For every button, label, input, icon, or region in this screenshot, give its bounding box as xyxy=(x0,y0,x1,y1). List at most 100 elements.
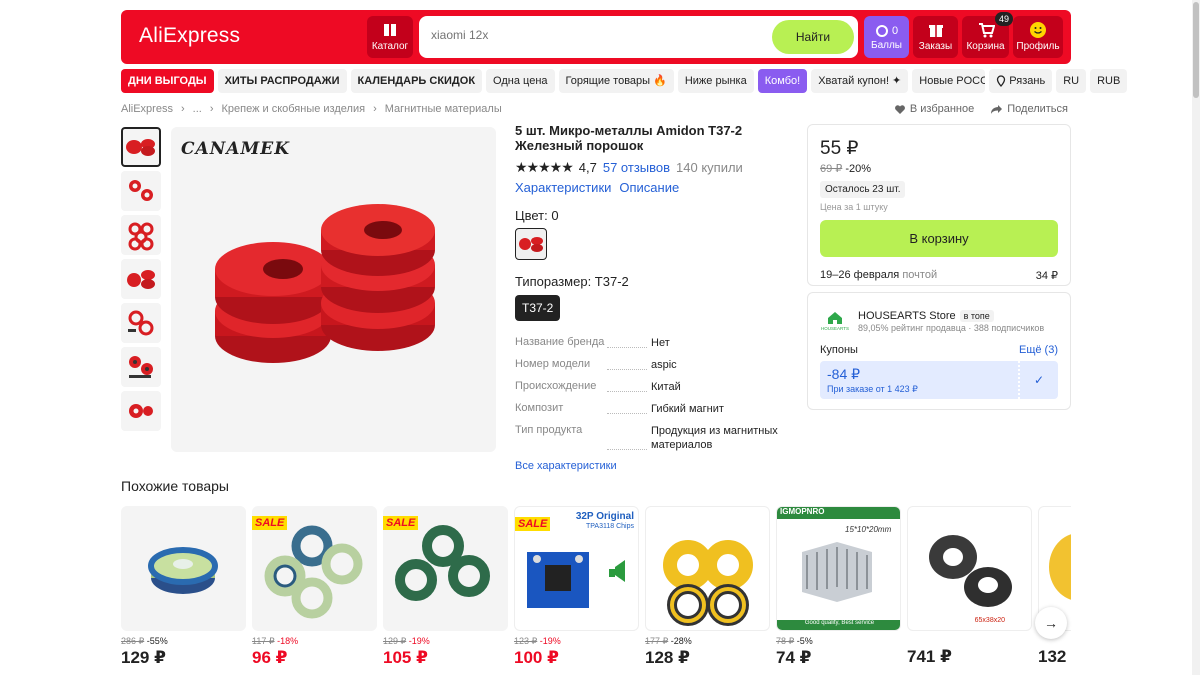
dotted-leader xyxy=(607,369,647,370)
price-row: 123 ₽ -19% xyxy=(514,636,639,647)
color-option[interactable] xyxy=(515,228,547,260)
spec-key-text: Композит xyxy=(515,402,564,414)
product-price: 132 xyxy=(1038,647,1067,666)
spec-value: Продукция из магнитных материалов xyxy=(651,425,778,451)
favorite-button[interactable]: В избранное xyxy=(894,103,974,115)
store-logo-icon[interactable]: HOUSEARTS xyxy=(820,307,850,331)
promo-benefit-days[interactable]: ДНИ ВЫГОДЫ xyxy=(121,69,214,93)
page-scrollbar[interactable] xyxy=(1192,0,1200,675)
add-to-cart-button[interactable]: В корзину xyxy=(820,220,1058,257)
size-note: 65x38x20 xyxy=(974,617,1005,624)
similar-product-card[interactable]: IGMOPNRO 15*10*20mm Good quality, Best s… xyxy=(776,506,901,668)
catalog-button[interactable]: Каталог xyxy=(367,16,413,58)
tab-characteristics[interactable]: Характеристики xyxy=(515,180,611,195)
crumb-ellipsis[interactable]: ... xyxy=(193,103,202,115)
carousel-next-arrow-icon[interactable]: → xyxy=(1035,607,1067,639)
similar-products-carousel: 286 ₽ -55% 129 ₽ SALE 117 ₽ -18% 96 ₽ SA… xyxy=(121,506,1071,675)
currency-selector[interactable]: RUB xyxy=(1090,69,1128,93)
similar-product-card[interactable]: 132 xyxy=(1038,506,1071,667)
old-price: 129 ₽ xyxy=(383,636,407,646)
thumbnail[interactable] xyxy=(121,303,161,343)
per-unit-note: Цена за 1 штуку xyxy=(820,202,888,212)
profile-button[interactable]: Профиль xyxy=(1013,16,1063,58)
similar-product-card[interactable]: SALE 117 ₽ -18% 96 ₽ xyxy=(252,506,377,668)
red-cores-image xyxy=(129,180,153,201)
all-specs-link[interactable]: Все характеристики xyxy=(515,460,795,472)
crumb-fasteners[interactable]: Крепеж и скобяные изделия xyxy=(221,103,365,115)
product-thumbnail: 65x38x20 xyxy=(907,506,1032,631)
spec-key-text: Номер модели xyxy=(515,358,591,370)
thumbnail[interactable] xyxy=(121,347,161,387)
coupons-label: Купоны xyxy=(820,344,858,356)
main-product-image[interactable]: CANAMEK xyxy=(171,127,496,452)
similar-product-card[interactable]: SALE 129 ₽ -19% 105 ₽ xyxy=(383,506,508,668)
rating-row: ★★★★★ 4,7 57 отзывов 140 купили xyxy=(515,159,795,176)
product-thumbnail: SALE xyxy=(383,506,508,631)
thumbnail[interactable] xyxy=(121,215,161,255)
thumbnail[interactable] xyxy=(121,391,161,431)
price-row: 286 ₽ -55% xyxy=(121,636,246,647)
crumb-home[interactable]: AliExpress xyxy=(121,103,173,115)
promo-discount-calendar[interactable]: КАЛЕНДАРЬ СКИДОК xyxy=(350,69,483,93)
similar-product-card[interactable]: 286 ₽ -55% 129 ₽ xyxy=(121,506,246,668)
crumb-separator: › xyxy=(209,103,214,115)
search-button[interactable]: Найти xyxy=(772,20,854,54)
heatsink-image xyxy=(802,542,872,602)
coupon-card[interactable]: -84 ₽ При заказе от 1 423 ₽ ✓ xyxy=(820,361,1058,399)
reviews-link[interactable]: 57 отзывов xyxy=(603,160,670,175)
product-price: 100 ₽ xyxy=(514,648,559,667)
size-option[interactable]: T37-2 xyxy=(515,295,561,321)
similar-product-card[interactable]: 177 ₽ -28% 128 ₽ xyxy=(645,506,770,668)
delivery-row[interactable]: 19–26 февраля почтой 34 ₽ xyxy=(820,269,1058,282)
old-price: 177 ₽ xyxy=(645,636,669,646)
red-cores-image xyxy=(519,237,543,252)
checkmark-icon[interactable]: ✓ xyxy=(1018,361,1058,399)
spec-value: Гибкий магнит xyxy=(651,403,724,415)
spec-row: Происхождение Китай xyxy=(515,380,795,394)
discount-percent: -5% xyxy=(796,636,813,646)
similar-product-card[interactable]: 32P Original TPA3118 Chips SALE 123 ₽ -1… xyxy=(514,506,639,668)
aliexpress-logo[interactable]: AliExpress xyxy=(139,24,240,48)
location-selector[interactable]: Рязань xyxy=(989,69,1053,93)
crumb-magnetic[interactable]: Магнитные материалы xyxy=(385,103,502,115)
discount-percent: -20% xyxy=(845,163,872,175)
points-button[interactable]: 0 Баллы xyxy=(864,16,909,58)
promo-grab-coupon[interactable]: Хватай купон! ✦ xyxy=(811,69,909,93)
thumbnail[interactable] xyxy=(121,259,161,299)
promo-combo[interactable]: Комбо! xyxy=(757,69,808,93)
thumbnail-strip xyxy=(121,127,163,435)
spec-row: Композит Гибкий магнит xyxy=(515,402,795,416)
cart-count-badge: 49 xyxy=(994,12,1013,26)
old-price: 117 ₽ xyxy=(252,636,275,646)
discount-percent: -18% xyxy=(277,636,299,646)
product-price: 96 ₽ xyxy=(252,648,288,667)
tab-description[interactable]: Описание xyxy=(619,180,679,195)
share-button[interactable]: Поделиться xyxy=(990,103,1068,115)
promo-one-price[interactable]: Одна цена xyxy=(486,69,555,93)
promo-new-poco[interactable]: Новые POCO M xyxy=(912,69,986,93)
thumbnail[interactable] xyxy=(121,127,161,167)
favorite-label: В избранное xyxy=(909,103,975,115)
promo-hot-goods[interactable]: Горящие товары 🔥 xyxy=(558,69,674,93)
search-input[interactable] xyxy=(431,28,761,42)
red-cores-image xyxy=(128,222,154,251)
spec-value: Нет xyxy=(651,337,670,349)
cart-button[interactable]: 49 Корзина xyxy=(962,12,1013,58)
promo-sale-hits[interactable]: ХИТЫ РАСПРОДАЖИ xyxy=(217,69,347,93)
dotted-leader xyxy=(607,391,647,392)
thumbnail[interactable] xyxy=(121,171,161,211)
spec-key: Название бренда xyxy=(515,336,651,350)
spec-row: Тип продукта Продукция из магнитных матер… xyxy=(515,424,795,452)
orders-label: Заказы xyxy=(918,41,953,52)
similar-product-card[interactable]: 65x38x20 741 ₽ xyxy=(907,506,1032,667)
sale-badge: SALE xyxy=(383,516,419,530)
sale-badge: SALE xyxy=(252,516,288,530)
more-coupons-link[interactable]: Ещё (3) xyxy=(1019,344,1058,356)
store-name-row[interactable]: HOUSEARTS Store в топе xyxy=(858,310,994,322)
language-selector[interactable]: RU xyxy=(1056,69,1087,93)
product-thumbnail: SALE xyxy=(252,506,377,631)
product-price: 129 ₽ xyxy=(121,648,166,667)
promo-below-market[interactable]: Ниже рынка xyxy=(677,69,754,93)
orders-button[interactable]: Заказы xyxy=(913,16,958,58)
scrollbar-thumb[interactable] xyxy=(1193,2,1199,98)
